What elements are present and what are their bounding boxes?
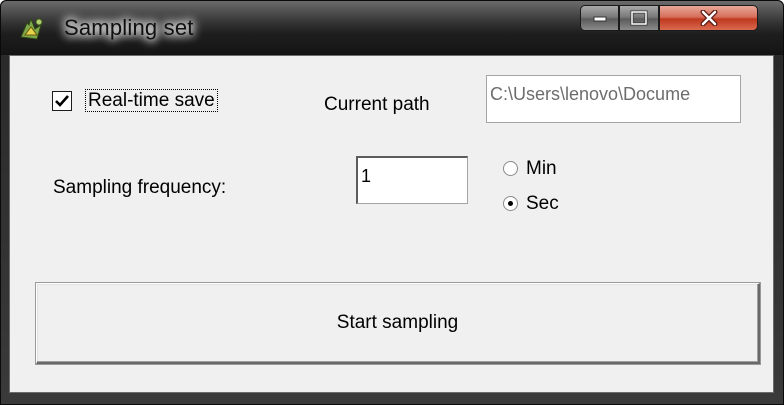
app-icon [20,17,43,40]
realtime-save-label[interactable]: Real-time save [85,89,218,113]
sampling-frequency-input[interactable]: 1 [356,156,468,204]
window-title: Sampling set [64,15,194,40]
realtime-save-checkbox[interactable] [52,91,72,111]
maximize-icon [630,10,648,26]
minimize-button[interactable] [580,5,619,31]
checkmark-icon [55,95,69,107]
current-path-label: Current path [324,94,430,115]
unit-sec-radio[interactable] [503,196,518,211]
unit-min-radio[interactable] [503,161,518,176]
dialog-window: Sampling set Real-time save Current path… [0,0,784,405]
realtime-save-text: Real-time save [85,89,218,112]
unit-sec-label[interactable]: Sec [526,192,559,216]
sampling-frequency-label: Sampling frequency: [53,177,227,198]
minimize-icon [593,16,606,22]
start-sampling-button[interactable]: Start sampling [36,283,760,364]
title-bar[interactable]: Sampling set [1,1,783,55]
current-path-field[interactable]: C:\Users\lenovo\Docume [486,75,741,123]
maximize-button[interactable] [619,5,659,31]
close-button[interactable] [659,5,758,31]
radio-selected-dot [508,201,513,206]
close-icon [700,10,717,26]
unit-min-label[interactable]: Min [526,157,557,181]
